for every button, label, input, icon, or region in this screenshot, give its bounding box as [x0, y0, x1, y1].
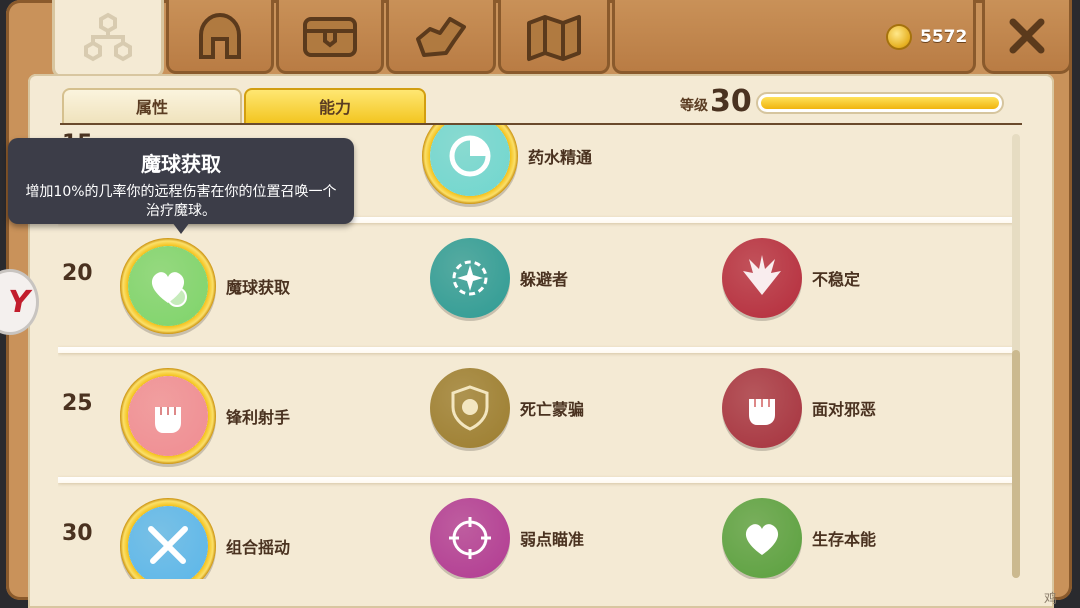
skill-name: 面对邪恶: [812, 400, 877, 419]
coin-count: 5572: [920, 27, 968, 47]
tooltip-description: 增加10%的几率你的远程伤害在你的位置召唤一个治疗魔球。: [25, 184, 337, 219]
tab-map[interactable]: [498, 0, 610, 74]
row-level: 25: [62, 391, 93, 416]
heart-icon: [745, 524, 779, 555]
skill-badge[interactable]: [430, 238, 510, 318]
crossed-swords-icon: [148, 526, 188, 564]
skill-tooltip: 魔球获取 增加10%的几率你的远程伤害在你的位置召唤一个治疗魔球。: [8, 138, 354, 224]
tab-chest[interactable]: [276, 0, 384, 74]
scrollbar-thumb[interactable]: [1012, 350, 1020, 578]
treasure-chest-icon: [303, 16, 357, 57]
tooltip-title: 魔球获取: [141, 152, 221, 176]
skill-item[interactable]: 魔球获取: [120, 238, 291, 334]
close-button[interactable]: [982, 0, 1072, 74]
skill-name: 药水精通: [528, 148, 593, 167]
heart-orb-icon: [151, 272, 187, 307]
skill-badge[interactable]: [120, 498, 216, 579]
skill-badge[interactable]: [430, 368, 510, 448]
tab-gauntlet[interactable]: [386, 0, 496, 74]
tab-skill-tree[interactable]: [52, 0, 164, 78]
skill-row: 20 魔球获取 躲避者 不稳定: [58, 213, 1014, 343]
skill-name: 躲避者: [520, 270, 569, 289]
close-icon: [1009, 18, 1045, 53]
fist-icon: [155, 407, 181, 433]
watermark: 鸡: [1044, 592, 1058, 607]
coin-icon: [888, 26, 910, 48]
skill-item[interactable]: 不稳定: [722, 238, 860, 318]
skill-name: 不稳定: [812, 270, 861, 289]
row-level: 30: [62, 521, 93, 546]
skill-badge[interactable]: [422, 125, 518, 204]
row-level: 20: [62, 261, 93, 286]
skill-item[interactable]: 面对邪恶: [722, 368, 876, 448]
helmet-icon: [199, 12, 241, 59]
tab-abilities[interactable]: 能力: [244, 88, 426, 124]
level-value: 30: [710, 84, 752, 119]
level-progress-fill: [761, 97, 999, 109]
skull-shield-icon: [451, 385, 489, 431]
tab-attributes[interactable]: 属性: [62, 88, 242, 124]
skill-item[interactable]: 生存本能: [722, 498, 876, 578]
skill-item[interactable]: 躲避者: [430, 238, 568, 318]
skill-tree-icon: [84, 12, 132, 61]
skill-badge[interactable]: [120, 238, 216, 334]
skill-name: 组合摇动: [226, 538, 291, 557]
skill-name: 魔球获取: [226, 278, 291, 297]
skill-name: 生存本能: [812, 530, 877, 549]
skill-badge[interactable]: [722, 498, 802, 578]
level-progress-bar: [756, 92, 1004, 114]
explosion-icon: [743, 255, 781, 295]
skill-name: 死亡蒙骗: [520, 400, 585, 419]
skill-item[interactable]: 药水精通: [422, 125, 593, 204]
dodge-icon: [452, 260, 488, 296]
clock-icon: [449, 135, 491, 177]
skill-row: 30 组合摇动 弱点瞄准 生存本能: [58, 473, 1014, 579]
map-icon: [527, 14, 581, 61]
gauntlet-icon: [416, 16, 466, 57]
skill-badge[interactable]: [722, 238, 802, 318]
skill-row: 25 锋利射手 死亡蒙骗 面对邪恶: [58, 343, 1014, 473]
skill-item[interactable]: 锋利射手: [120, 368, 291, 464]
skill-name: 锋利射手: [226, 408, 291, 427]
fist-icon: [749, 399, 775, 425]
tab-helmet[interactable]: [166, 0, 274, 74]
skill-name: 弱点瞄准: [520, 530, 585, 549]
skill-item[interactable]: 组合摇动: [120, 498, 291, 579]
skill-badge[interactable]: [430, 498, 510, 578]
crosshair-icon: [449, 517, 491, 559]
skill-badge[interactable]: [120, 368, 216, 464]
skill-item[interactable]: 弱点瞄准: [430, 498, 584, 578]
level-label: 等级: [680, 98, 708, 114]
tooltip-pointer: [172, 222, 190, 234]
skill-badge[interactable]: [722, 368, 802, 448]
skill-item[interactable]: 死亡蒙骗: [430, 368, 584, 448]
